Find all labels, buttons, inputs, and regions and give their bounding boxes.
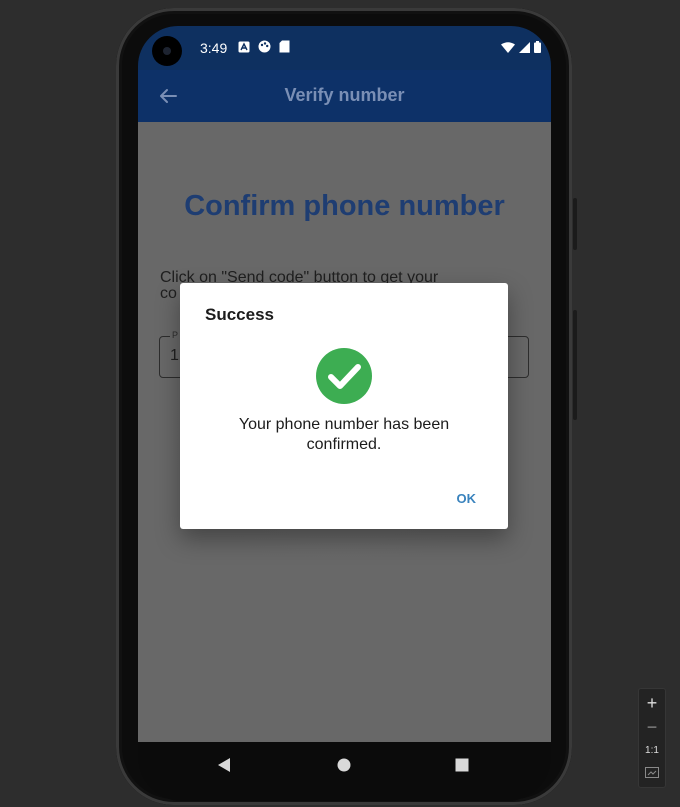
color-palette-icon — [258, 40, 271, 53]
actual-size-button[interactable]: 1:1 — [639, 745, 665, 756]
battery-icon — [534, 41, 541, 53]
volume-button[interactable] — [573, 310, 577, 420]
front-camera — [152, 36, 182, 66]
zoom-in-button[interactable]: + — [639, 693, 665, 714]
wifi-icon — [501, 41, 515, 53]
signal-icon — [519, 41, 530, 53]
dialog-message-line-1: Your phone number has been — [238, 416, 450, 433]
ok-button[interactable]: OK — [447, 487, 487, 510]
success-dialog: Success Your phone number has been confi… — [180, 283, 508, 529]
power-button[interactable] — [573, 198, 577, 250]
triangle-back-icon[interactable] — [216, 757, 232, 773]
emulator-frame: 3:49 Verify number Confirm phone number … — [0, 0, 680, 807]
app-bar: Verify number — [138, 70, 551, 122]
sd-card-icon — [279, 40, 290, 53]
zoom-out-button[interactable]: − — [639, 717, 665, 738]
fit-screen-icon[interactable] — [645, 767, 659, 778]
status-notification-icons — [238, 40, 290, 53]
page-heading: Confirm phone number — [184, 190, 505, 222]
device-screen: 3:49 Verify number Confirm phone number … — [138, 26, 551, 801]
dialog-message-line-2: confirmed. — [306, 436, 382, 453]
app-bar-title: Verify number — [284, 85, 405, 105]
dialog-message: Your phone number has been confirmed. — [200, 415, 488, 455]
status-time: 3:49 — [200, 40, 228, 56]
circle-home-icon[interactable] — [336, 757, 352, 773]
zoom-controls: + − 1:1 — [638, 688, 666, 788]
square-recents-icon[interactable] — [454, 757, 470, 773]
camera-lens — [163, 47, 171, 55]
verify-page-content: Confirm phone number Click on "Send code… — [138, 122, 551, 742]
status-bar: 3:49 — [138, 26, 551, 70]
dialog-title: Success — [205, 305, 274, 324]
font-icon — [238, 41, 250, 52]
status-system-icons — [501, 41, 541, 53]
system-navigation-bar — [138, 742, 551, 801]
check-circle-icon — [316, 348, 372, 404]
